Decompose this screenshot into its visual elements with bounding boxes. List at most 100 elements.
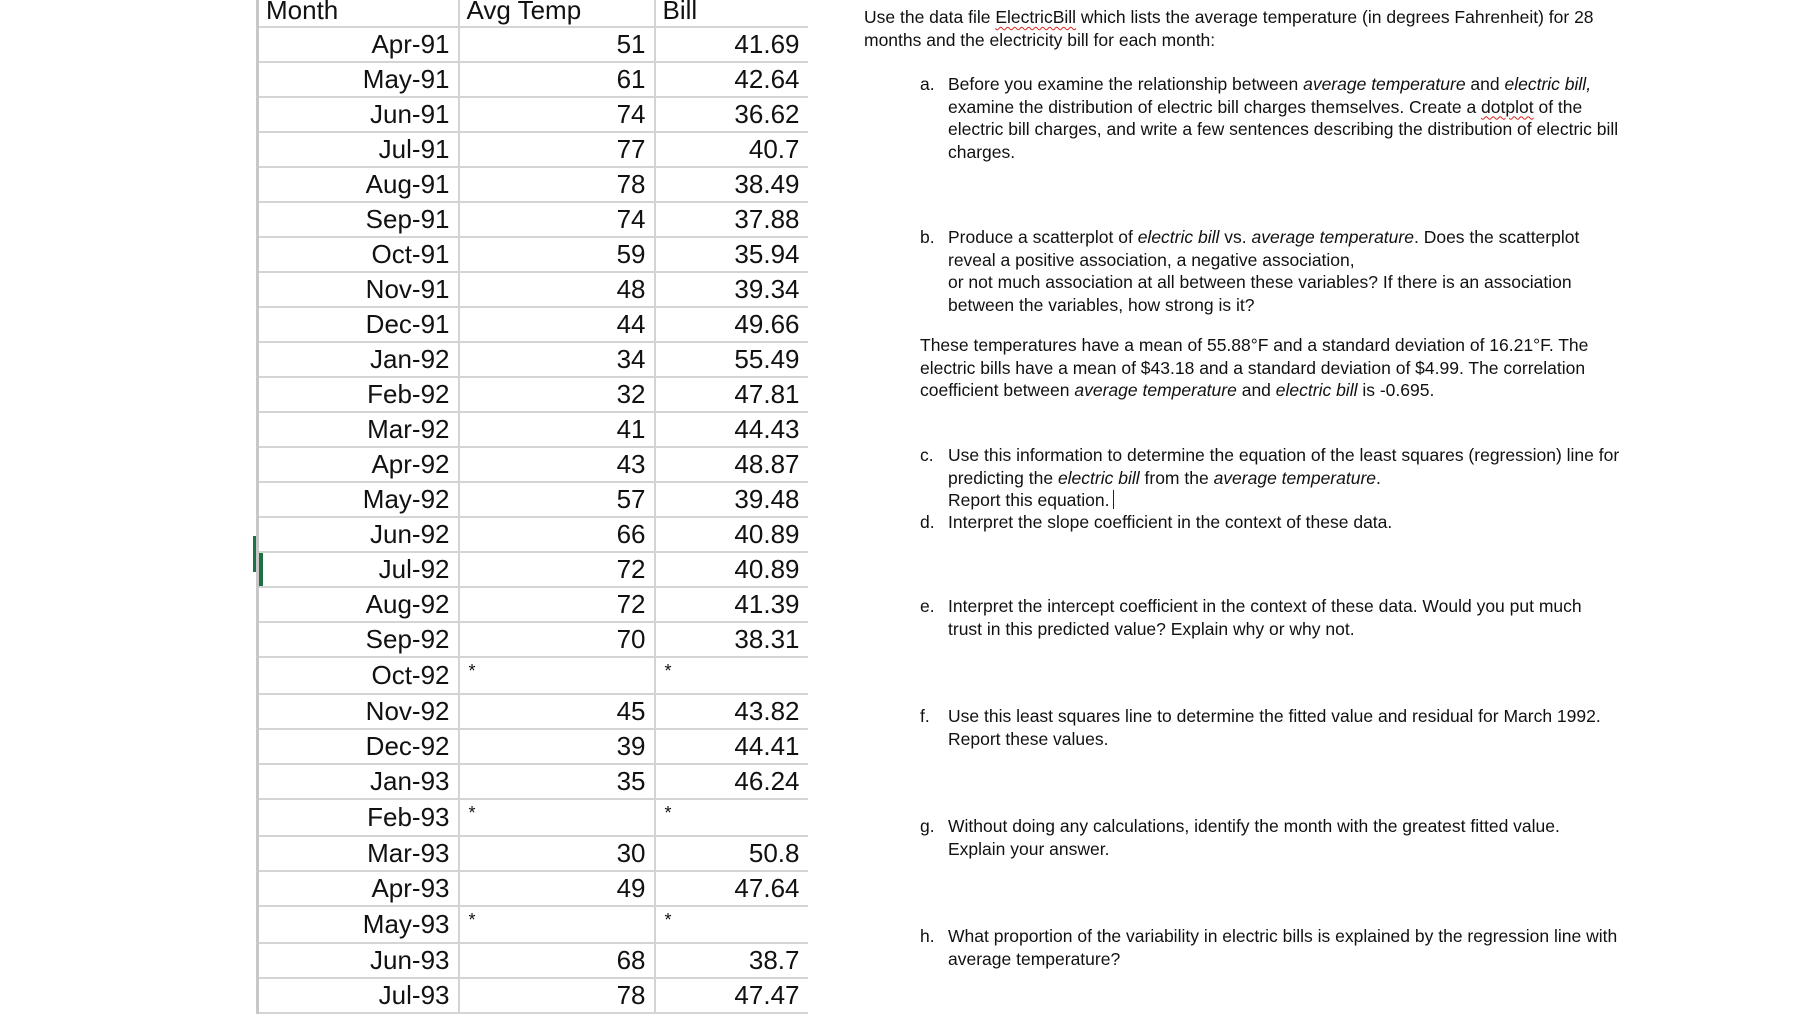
cell-avg-temp[interactable]: 48 (457, 271, 656, 308)
cell-month[interactable]: May-93 (256, 905, 460, 944)
cell-bill[interactable]: 44.43 (653, 411, 808, 448)
cell-month[interactable]: Jul-92 (256, 551, 460, 588)
cell-bill[interactable]: 39.48 (653, 481, 808, 518)
cell-avg-temp[interactable]: 78 (457, 166, 656, 203)
table-row: Jul-91 77 40.7 (256, 131, 808, 168)
cell-bill[interactable]: 36.62 (653, 96, 808, 133)
cell-bill[interactable]: * (653, 656, 808, 695)
cell-month[interactable]: Nov-92 (256, 693, 460, 730)
cell-month[interactable]: Aug-92 (256, 586, 460, 623)
cell-avg-temp[interactable]: 41 (457, 411, 656, 448)
cell-avg-temp[interactable]: 74 (457, 201, 656, 238)
cell-bill[interactable]: 38.49 (653, 166, 808, 203)
cell-month[interactable]: Jun-91 (256, 96, 460, 133)
cell-month[interactable]: Jun-93 (256, 942, 460, 979)
cell-avg-temp[interactable]: 70 (457, 621, 656, 658)
cell-avg-temp[interactable]: 57 (457, 481, 656, 518)
cell-bill[interactable]: 38.31 (653, 621, 808, 658)
cell-avg-temp[interactable]: * (457, 798, 656, 837)
cell-bill[interactable]: 43.82 (653, 693, 808, 730)
question-a: a. Before you examine the relationship b… (920, 73, 1620, 163)
cell-bill[interactable]: 40.7 (653, 131, 808, 168)
cell-avg-temp[interactable]: * (457, 656, 656, 695)
cell-month[interactable]: Apr-92 (256, 446, 460, 483)
cell-month[interactable]: Oct-91 (256, 236, 460, 273)
cell-month[interactable]: Nov-91 (256, 271, 460, 308)
cell-bill[interactable]: 44.41 (653, 728, 808, 765)
cell-avg-temp[interactable]: 45 (457, 693, 656, 730)
cell-month[interactable]: Feb-93 (256, 798, 460, 837)
spellcheck-word[interactable]: dotplot (1481, 97, 1534, 117)
cell-bill[interactable]: 40.89 (653, 516, 808, 553)
table-row: Jul-92 72 40.89 (256, 551, 808, 588)
question-text: Before you examine the relationship betw… (948, 73, 1620, 163)
cell-month[interactable]: Oct-92 (256, 656, 460, 695)
cell-month[interactable]: Mar-93 (256, 835, 460, 872)
cell-avg-temp[interactable]: 34 (457, 341, 656, 378)
cell-avg-temp[interactable]: 72 (457, 551, 656, 588)
cell-bill[interactable]: 38.7 (653, 942, 808, 979)
question-text: Interpret the intercept coefficient in t… (948, 596, 1582, 639)
cell-avg-temp[interactable]: 39 (457, 728, 656, 765)
column-header-avg-temp[interactable]: Avg Temp (457, 0, 656, 28)
column-header-bill[interactable]: Bill (653, 0, 808, 28)
cell-avg-temp[interactable]: 68 (457, 942, 656, 979)
cell-avg-temp[interactable]: 59 (457, 236, 656, 273)
cell-bill[interactable]: 50.8 (653, 835, 808, 872)
cell-avg-temp[interactable]: 72 (457, 586, 656, 623)
cell-avg-temp[interactable]: 35 (457, 763, 656, 800)
cell-avg-temp[interactable]: 43 (457, 446, 656, 483)
cell-month[interactable]: Jun-92 (256, 516, 460, 553)
cell-month[interactable]: Dec-91 (256, 306, 460, 343)
cell-avg-temp[interactable]: 66 (457, 516, 656, 553)
cell-bill[interactable]: 37.88 (653, 201, 808, 238)
cell-avg-temp[interactable]: 49 (457, 870, 656, 907)
cell-bill[interactable]: 35.94 (653, 236, 808, 273)
cell-avg-temp[interactable]: 78 (457, 977, 656, 1014)
cell-bill[interactable]: 39.34 (653, 271, 808, 308)
cell-month[interactable]: Mar-92 (256, 411, 460, 448)
cell-month[interactable]: Sep-92 (256, 621, 460, 658)
table-row: Aug-91 78 38.49 (256, 166, 808, 203)
cell-avg-temp[interactable]: 77 (457, 131, 656, 168)
table-row: Apr-93 49 47.64 (256, 870, 808, 907)
table-body: Apr-91 51 41.69 May-91 61 42.64 Jun-91 74 36.62 J… (256, 26, 808, 1014)
cell-month[interactable]: Apr-91 (256, 26, 460, 63)
column-header-month[interactable]: Month (256, 0, 460, 28)
table-row: Nov-92 45 43.82 (256, 693, 808, 730)
cell-month[interactable]: May-92 (256, 481, 460, 518)
cell-bill[interactable]: 48.87 (653, 446, 808, 483)
cell-month[interactable]: May-91 (256, 61, 460, 98)
cell-month[interactable]: Feb-92 (256, 376, 460, 413)
cell-month[interactable]: Jul-91 (256, 131, 460, 168)
cell-month[interactable]: Jan-92 (256, 341, 460, 378)
cell-avg-temp[interactable]: 30 (457, 835, 656, 872)
cell-avg-temp[interactable]: 51 (457, 26, 656, 63)
cell-bill[interactable]: 41.39 (653, 586, 808, 623)
cell-bill[interactable]: 46.24 (653, 763, 808, 800)
text-run: Report this equation. (948, 490, 1110, 510)
cell-month[interactable]: Aug-91 (256, 166, 460, 203)
cell-month[interactable]: Apr-93 (256, 870, 460, 907)
cell-bill[interactable]: 47.81 (653, 376, 808, 413)
cell-avg-temp[interactable]: * (457, 905, 656, 944)
cell-bill[interactable]: * (653, 798, 808, 837)
cell-month[interactable]: Sep-91 (256, 201, 460, 238)
spellcheck-file-name[interactable]: ElectricBill (995, 7, 1076, 27)
cell-bill[interactable]: 42.64 (653, 61, 808, 98)
cell-bill[interactable]: 47.64 (653, 870, 808, 907)
cell-month[interactable]: Dec-92 (256, 728, 460, 765)
cell-bill[interactable]: 47.47 (653, 977, 808, 1014)
cell-month[interactable]: Jan-93 (256, 763, 460, 800)
cell-avg-temp[interactable]: 44 (457, 306, 656, 343)
table-row: Jan-92 34 55.49 (256, 341, 808, 378)
cell-bill[interactable]: 49.66 (653, 306, 808, 343)
cell-avg-temp[interactable]: 74 (457, 96, 656, 133)
cell-bill[interactable]: 55.49 (653, 341, 808, 378)
cell-bill[interactable]: 41.69 (653, 26, 808, 63)
cell-bill[interactable]: * (653, 905, 808, 944)
cell-bill[interactable]: 40.89 (653, 551, 808, 588)
cell-avg-temp[interactable]: 32 (457, 376, 656, 413)
cell-month[interactable]: Jul-93 (256, 977, 460, 1014)
cell-avg-temp[interactable]: 61 (457, 61, 656, 98)
